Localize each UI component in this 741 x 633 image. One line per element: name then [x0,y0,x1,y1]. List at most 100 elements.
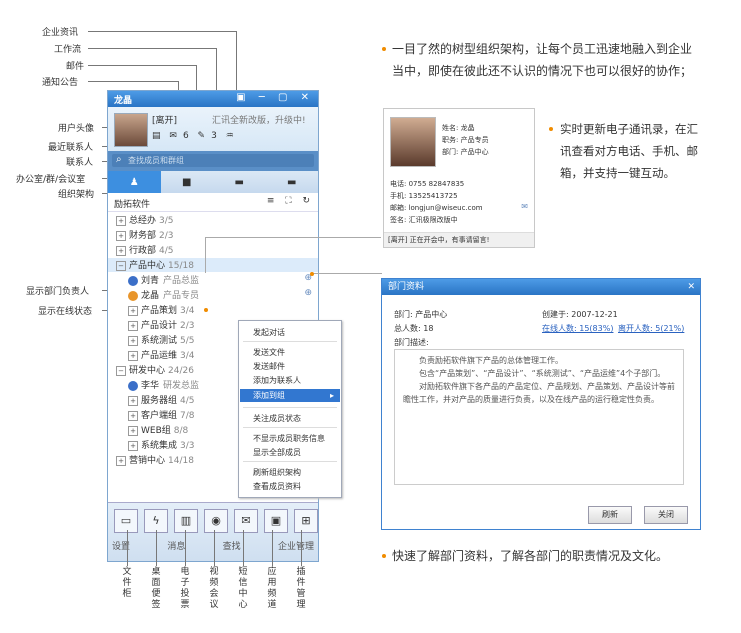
tree-item-meta: 4/5 [180,396,195,406]
avatar[interactable] [114,113,148,147]
dept-row[interactable]: + 财务部 2/3 [108,228,318,242]
tree-item-meta: 产品总监 [163,276,200,286]
callout-online-status: 显示在线状态 [38,307,93,317]
tree-item-meta: 5/5 [180,336,195,346]
tree-item-name: 服务器组 [141,396,178,406]
dept-desc-label: 部门描述: [394,338,429,347]
close-icon[interactable]: ✕ [687,279,695,295]
feature-desc-dept-info: 快速了解部门资料，了解各部门的职责情况及文化。 [392,549,669,563]
tree-item-name: 客户端组 [141,411,178,421]
feature-desc-contacts-line2: 讯查看对方电话、手机、邮 [560,144,698,158]
enterprise-manage-button[interactable]: 企业管理 [278,539,314,552]
messages-button[interactable]: 消息 [167,539,185,552]
feature-label: 电子投票 [180,567,190,610]
e-vote-icon[interactable]: ▥ [174,509,198,533]
sms-center-icon[interactable]: ✉ [234,509,258,533]
tree-item-meta: 2/3 [180,321,195,331]
feature-label: 插件管理 [296,567,306,610]
member-row[interactable]: 龙晶 产品专员 ⊕ [108,288,318,302]
tree-item-meta: 产品专员 [163,291,200,301]
dept-dialog-titlebar: 部门资料 ✕ [382,279,700,295]
tree-item-name: 产品运维 [141,351,178,361]
tab-contacts[interactable]: ▬ [213,171,266,193]
workflow-icon[interactable]: ✎ [198,131,206,141]
refresh-button[interactable]: 刷新 [588,506,632,524]
menu-item-add-to-group-label: 添加到组 [253,391,285,400]
dept-description: 负责励拓软件旗下产品的总体管理工作。 包含“产品策划”、“产品设计”、“系统测试… [394,349,684,485]
menu-item-refresh-org[interactable]: 刷新组织架构 [253,467,301,478]
callout-notice: 通知公告 [42,78,79,88]
dept-row[interactable]: + 总经办 3/5 [108,213,318,227]
menu-item-send-file[interactable]: 发送文件 [253,347,285,358]
tab-recent[interactable]: ▬ [266,171,319,193]
expand-icon: + [128,395,138,406]
plugin-manager-icon[interactable]: ⊞ [294,509,318,533]
expand-icon: + [128,305,138,316]
tree-item-name: 龙晶 [141,291,160,301]
collapse-icon: − [116,260,126,271]
org-title: 励拓软件 [114,200,151,210]
app-channel-icon[interactable]: ▣ [264,509,288,533]
tab-office-group[interactable]: ■ [161,171,214,193]
callout-office-group: 办公室/群/会议室 [16,175,86,185]
callout-org-structure: 组织架构 [58,190,95,200]
menu-item-hide-title[interactable]: 不显示成员职务信息 [253,433,325,444]
card-signature: 签名: 汇讯极限改版中 [390,216,458,224]
dept-name: 部门: 产品中心 [394,310,448,319]
menu-item-add-to-group[interactable]: 添加到组 ▸ [240,389,340,402]
tree-item-name: 财务部 [129,231,157,241]
file-cabinet-icon[interactable]: ▭ [114,509,138,533]
tree-item-meta: 24/26 [168,366,194,376]
menu-item-show-all[interactable]: 显示全部成员 [253,447,301,458]
dept-info-dialog: 部门资料 ✕ 部门: 产品中心 创建于: 2007-12-21 总人数: 18 在… [381,278,701,530]
menu-item-view-profile[interactable]: 查看成员资料 [253,481,301,492]
menu-item-start-chat[interactable]: 发起对话 [253,327,285,338]
contact-card: 姓名: 龙晶 职务: 产品专员 部门: 产品中心 电话: 0755 828478… [383,108,535,248]
news-icon[interactable]: ♒ [226,131,234,141]
dept-row[interactable]: + 产品策划 3/4 [108,303,318,317]
dept-row[interactable]: + 行政部 4/5 [108,243,318,257]
send-mail-icon[interactable]: ✉ [521,202,528,211]
card-footer: [离开] 正在开会中，有事请留言! [384,232,534,247]
group-icon: ■ [182,176,192,188]
window-controls[interactable]: ▣ ─ ▢ ✕ [236,92,314,103]
search-input[interactable]: 查找成员和群组 [112,153,314,167]
menu-item-add-contact[interactable]: 添加为联系人 [253,375,301,386]
find-button[interactable]: 查找 [223,539,241,552]
mail-icon[interactable]: ✉ [169,131,177,141]
tree-item-name: 产品中心 [129,261,166,271]
org-tools-icon[interactable]: ≡ ⛶ ↻ [267,196,314,206]
dept-row[interactable]: − 产品中心 15/18 [108,258,318,272]
dept-desc-line: 负责励拓软件旗下产品的总体管理工作。 [419,356,563,365]
tree-item-name: 行政部 [129,246,157,256]
user-icon [128,275,138,286]
dept-online-link[interactable]: 在线人数: 15(83%) [542,323,613,334]
member-row[interactable]: 刘青 产品总监 ⊕ [108,273,318,287]
tree-item-meta: 3/5 [159,216,174,226]
callout-enterprise-news: 企业资讯 [42,28,79,38]
dept-desc-line: 包含“产品策划”、“产品设计”、“系统测试”、“产品运维”4个子部门。 [419,369,666,378]
dept-dialog-title: 部门资料 [388,282,425,292]
tree-item-meta: 7/8 [180,411,195,421]
card-email[interactable]: 邮箱: longjun@wiseuc.com [390,203,483,213]
callout-recent-contacts: 最近联系人 [48,143,94,153]
contact-action-icon[interactable]: ⊕ [304,288,312,298]
dept-total: 总人数: 18 [394,324,434,333]
menu-item-follow-status[interactable]: 关注成员状态 [253,413,301,424]
expand-icon: + [116,215,126,226]
tree-item-meta: 14/18 [168,456,194,466]
feature-desc-contacts-line1: 实时更新电子通讯录，在汇 [560,122,698,136]
tab-org-structure[interactable]: ♟ [108,171,161,193]
status-dropdown[interactable]: [离开] [152,113,177,126]
tree-item-name: 研发中心 [129,366,166,376]
feature-label: 短信中心 [238,567,248,610]
card-mobile: 手机: 13525413725 [390,192,458,200]
collapse-icon: − [116,365,126,376]
close-button[interactable]: 关闭 [644,506,688,524]
notice-icon[interactable]: ▤ [152,131,161,141]
video-meeting-icon[interactable]: ◉ [204,509,228,533]
submenu-arrow-icon: ▸ [329,391,334,400]
dept-away-link[interactable]: 离开人数: 5(21%) [618,323,684,334]
motto-text[interactable]: 汇讯全新改版，升级中! [212,113,306,126]
menu-item-send-mail[interactable]: 发送邮件 [253,361,285,372]
